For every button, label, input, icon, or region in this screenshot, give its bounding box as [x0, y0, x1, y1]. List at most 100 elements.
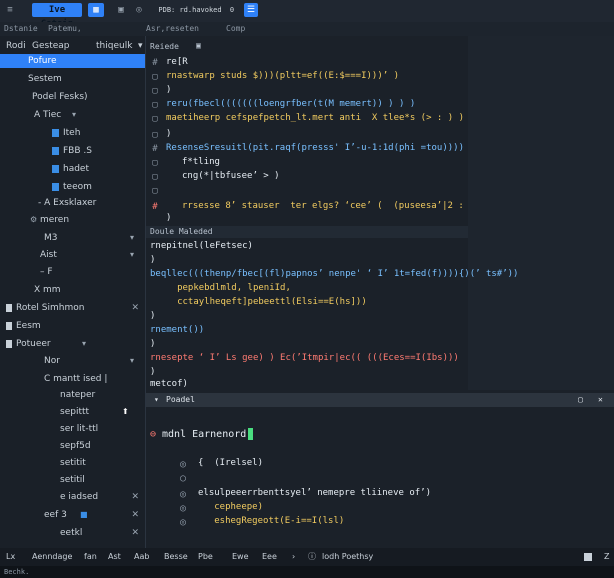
panel-icon[interactable]: ▣ — [114, 3, 128, 17]
code-line: rnastwarp studs $)))(pltt=ef((E:$===I)))… — [166, 71, 399, 81]
code-line: ) — [150, 311, 156, 321]
sidebar-item[interactable]: Rotel Simhmon ✕ — [0, 301, 145, 315]
info-icon: ◎ — [180, 459, 187, 470]
menu-item[interactable]: Comp — [226, 24, 245, 33]
file-icon — [52, 182, 59, 191]
code-line: rnesepte ‘ I’ Ls gee) ) Ec(’Itmpir|ec(( … — [150, 353, 459, 363]
panel-header[interactable]: ▾ Poadel ▢ ✕ — [146, 393, 614, 407]
panel-icon[interactable]: ▢ — [578, 393, 583, 407]
gutter-marker: ▢ — [152, 130, 158, 140]
sidebar-item[interactable]: C mantt ised | — [0, 372, 145, 386]
close-icon[interactable]: ✕ — [131, 301, 139, 315]
panel-tab[interactable]: Poadel — [166, 393, 195, 407]
run-button[interactable]: Ive Cetain — [32, 3, 82, 29]
status-item[interactable]: Ast — [108, 548, 121, 566]
chevron-down-icon: ▾ — [72, 110, 77, 119]
code-line: ) — [150, 367, 156, 377]
menu-item[interactable]: Asr,reseten — [146, 24, 199, 33]
square-icon — [6, 339, 12, 348]
close-icon[interactable]: ✕ — [131, 508, 139, 522]
sidebar-item[interactable]: Podel Fesks) — [0, 90, 145, 104]
sidebar: Rodi Gesteap thiqeulk ▾ Pofure Sestem Po… — [0, 36, 146, 548]
sidebar-item[interactable]: A Tiec ▾ — [0, 108, 145, 122]
sidebar-item[interactable]: Aist ▾ — [0, 248, 145, 262]
code-line: rnement()) — [150, 325, 205, 335]
sidebar-item[interactable]: M3 ▾ — [0, 231, 145, 245]
gear-icon: ⚙ — [30, 215, 38, 224]
list-icon[interactable]: ☰ — [244, 3, 258, 17]
sidebar-item[interactable]: - A Exsklaxer — [0, 196, 145, 210]
sidebar-item[interactable]: setitil — [0, 473, 145, 487]
sidebar-tab[interactable]: Gesteap — [32, 39, 70, 53]
code-line: rnepitnel(leFetsec) — [150, 241, 253, 251]
code-line: cng(*|tbfusee’ > ) — [182, 171, 280, 181]
close-icon[interactable]: ✕ — [598, 393, 603, 407]
status-item[interactable]: Besse — [164, 548, 188, 566]
close-icon[interactable]: ✕ — [131, 490, 139, 504]
status-item[interactable]: Aenndage — [32, 548, 72, 566]
menu-item[interactable]: Patemu, — [48, 24, 82, 33]
editor-tab[interactable]: Reiede — [150, 42, 179, 51]
sidebar-item[interactable]: teeom — [0, 180, 145, 194]
grid-icon[interactable]: ▦ — [88, 3, 104, 17]
panel-line: { (Irelsel) — [198, 458, 264, 468]
sidebar-item[interactable]: e iadsed ✕ — [0, 490, 145, 504]
editor-split-header[interactable]: Doule Maleded — [146, 226, 468, 238]
status-item[interactable]: lodh Poethsy — [322, 548, 373, 566]
square-icon — [6, 303, 12, 312]
sidebar-item[interactable]: Eesm — [0, 319, 145, 333]
code-line: ) — [150, 339, 156, 349]
sidebar-item[interactable]: nateper — [0, 388, 145, 402]
output-panel: ⊖ mdnl Earnenord! ◎ { (Irelsel) ○ ◎ elsu… — [146, 407, 614, 548]
sidebar-item[interactable]: Potueer ▾ — [0, 337, 145, 351]
file-tab[interactable]: PDB: rd.havoked — [150, 3, 230, 17]
chevron-down-icon[interactable]: ▾ — [138, 39, 143, 53]
status-right[interactable]: Z — [604, 548, 609, 566]
sidebar-header: Rodi Gesteap thiqeulk ▾ — [0, 39, 145, 53]
sidebar-item[interactable]: sepittt ⬆ — [0, 405, 145, 419]
sidebar-item-selected[interactable]: Pofure — [0, 54, 145, 68]
status-item[interactable]: fan — [84, 548, 97, 566]
sidebar-item[interactable]: Iteh — [0, 126, 145, 140]
sidebar-item[interactable]: ser lit-ttl — [0, 422, 145, 436]
status-item[interactable]: Ewe — [232, 548, 249, 566]
file-icon — [52, 146, 59, 155]
minimap[interactable] — [468, 36, 614, 390]
gutter-marker: ▢ — [152, 186, 158, 196]
target-icon[interactable]: ◎ — [132, 3, 146, 17]
panel-toggle-icon[interactable]: ▾ — [154, 393, 159, 407]
close-icon[interactable]: ✕ — [131, 526, 139, 540]
sidebar-item[interactable]: eef 3 ■ ✕ — [0, 508, 145, 522]
status-item[interactable]: Lx — [6, 548, 15, 566]
sidebar-item[interactable]: – F — [0, 265, 145, 279]
sidebar-item[interactable]: X mm — [0, 283, 145, 297]
close-icon[interactable]: ▣ — [196, 41, 201, 50]
code-editor[interactable]: Reiede ▣ # re[R ▢ rnastwarp studs $)))(p… — [146, 36, 485, 226]
sidebar-item[interactable]: ⚙ meren — [0, 213, 145, 227]
status-item[interactable]: Pbe — [198, 548, 213, 566]
upload-icon[interactable]: ⬆ — [122, 405, 129, 419]
menu-icon[interactable]: ≡ — [4, 3, 16, 17]
sidebar-item[interactable]: Nor ▾ — [0, 354, 145, 368]
code-editor-secondary[interactable]: rnepitnel(leFetsec) ) beqllec(((thenp/fb… — [146, 238, 518, 390]
sidebar-item[interactable]: sepf5d — [0, 439, 145, 453]
sidebar-item[interactable]: setitit — [0, 456, 145, 470]
menu-item[interactable]: Dstanie — [4, 24, 38, 33]
sidebar-item[interactable]: FBB .S — [0, 144, 145, 158]
gutter-marker: ▢ — [152, 86, 158, 96]
panel-title: mdnl Earnenord! — [162, 429, 253, 440]
sidebar-tab[interactable]: thiqeulk — [96, 39, 132, 53]
code-line: rrsesse 8’ stauser ter elgs? ‘cee’ ( (pu… — [182, 201, 486, 211]
code-line: cctaylheqeft]pebeettl(Elsi==E(hs])) — [150, 297, 367, 307]
sidebar-item[interactable]: eetkl ✕ — [0, 526, 145, 540]
code-line: ) — [150, 255, 156, 265]
status-item[interactable]: Aab — [134, 548, 149, 566]
sidebar-item[interactable]: Sestem — [0, 72, 145, 86]
file-icon: ■ — [80, 510, 88, 519]
sidebar-item[interactable]: hadet — [0, 162, 145, 176]
gutter-marker: ▢ — [152, 114, 158, 124]
chevron-right-icon[interactable]: › — [292, 548, 295, 566]
status-item[interactable]: Eee — [262, 548, 277, 566]
sidebar-tab[interactable]: Rodi — [6, 39, 26, 53]
code-line: ResenseSresuitl(pit.raqf(presss' I’-u-1:… — [166, 143, 465, 153]
